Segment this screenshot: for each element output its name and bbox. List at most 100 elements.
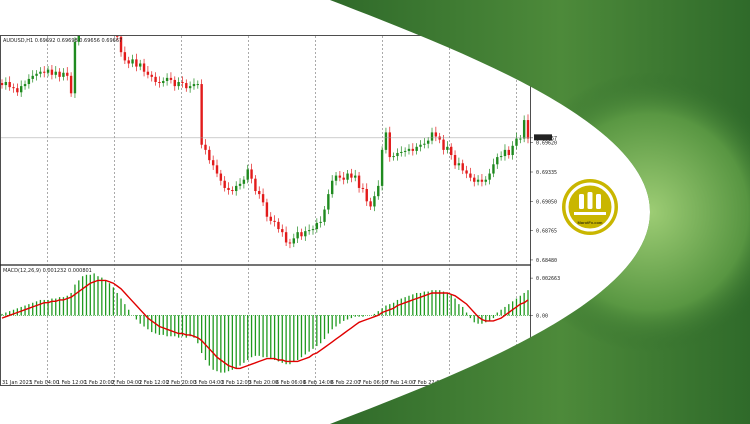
candle-body: [16, 88, 19, 93]
candle-body: [215, 165, 219, 174]
candle-body: [254, 178, 257, 192]
candle-body: [373, 196, 376, 207]
candle-body: [69, 75, 73, 94]
candle-body: [519, 138, 522, 140]
candle-body: [319, 221, 322, 223]
candle-body: [127, 60, 130, 64]
svg-text:MarotFx.com: MarotFx.com: [578, 220, 603, 225]
candle-body: [277, 221, 280, 230]
brand-logo: MarotFx.com: [562, 179, 618, 235]
candle-body: [169, 77, 173, 80]
candle-body: [284, 232, 288, 243]
price-tick-label: 0.68480: [536, 258, 557, 264]
candle-body: [476, 179, 480, 182]
candle-body: [200, 84, 203, 145]
candle-body: [173, 79, 176, 87]
time-tick-label: 2 Feb 12:00: [139, 380, 169, 386]
candle-body: [58, 71, 61, 77]
candle-body: [39, 71, 42, 74]
candle-body: [108, 19, 110, 30]
candle-body: [31, 75, 34, 79]
candle-body: [499, 156, 503, 158]
candle-body: [304, 231, 307, 237]
time-tick-label: 2 Feb 04:00: [112, 380, 142, 386]
candle-body: [246, 169, 249, 180]
candle-body: [430, 132, 434, 141]
candle-body: [261, 194, 265, 203]
candle-body: [365, 188, 368, 202]
candle-body: [411, 148, 415, 151]
candle-body: [434, 132, 438, 137]
candle-body: [384, 132, 388, 150]
candle-body: [492, 164, 495, 174]
candle-body: [231, 190, 234, 192]
candle-body: [484, 179, 487, 182]
candle-body: [311, 229, 315, 231]
candle-body: [139, 63, 142, 67]
candle-body: [281, 229, 284, 233]
candle-body: [342, 177, 345, 180]
candle-body: [461, 163, 464, 171]
candle-body: [123, 52, 127, 61]
candle-body: [35, 73, 38, 76]
price-tick-label: 0.69050: [536, 199, 557, 205]
candle-body: [131, 59, 134, 64]
time-tick-label: 7 Feb 14:00: [386, 380, 416, 386]
candle-body: [54, 71, 57, 75]
candle-body: [227, 187, 230, 190]
candle-body: [265, 202, 269, 217]
candle-body: [104, 13, 106, 19]
candle-body: [1, 83, 4, 86]
candle-body: [346, 173, 349, 180]
time-tick-label: 31 Jan 2023: [2, 380, 32, 386]
time-tick-label: 7 Feb 06:00: [358, 380, 388, 386]
candle-body: [204, 144, 207, 150]
candle-body: [158, 82, 161, 84]
candle-body: [465, 170, 468, 174]
time-tick-label: 3 Feb 12:00: [221, 380, 251, 386]
candle-body: [453, 155, 457, 166]
candle-body: [238, 183, 242, 186]
candle-body: [357, 175, 361, 188]
candle-body: [469, 173, 472, 178]
candle-body: [150, 74, 153, 77]
candle-body: [223, 180, 226, 188]
candle-body: [50, 69, 54, 75]
candle-body: [503, 149, 507, 157]
time-tick-label: 3 Feb 20:00: [249, 380, 279, 386]
time-tick-label: 6 Feb 22:00: [331, 380, 361, 386]
chart-window: [0, 35, 531, 386]
time-axis: 31 Jan 20231 Feb 04:001 Feb 12:001 Feb 2…: [2, 380, 443, 386]
macd-tick-label: 0.002663: [536, 276, 560, 282]
candle-body: [457, 163, 461, 166]
candle-body: [208, 149, 211, 161]
candle-body: [81, 20, 83, 29]
candle-body: [46, 69, 50, 73]
candle-body: [446, 146, 449, 150]
candle-body: [211, 160, 215, 166]
candle-body: [154, 76, 157, 82]
candle-body: [4, 82, 8, 86]
price-tick-label: 0.68765: [536, 229, 557, 235]
price-tick-label: 0.69620: [536, 141, 557, 147]
candle-body: [350, 173, 353, 178]
candle-body: [73, 41, 77, 94]
candle-body: [93, 19, 95, 22]
candle-body: [369, 201, 372, 207]
candle-body: [327, 194, 330, 210]
macd-axis: 0.002663 0.00: [530, 276, 560, 319]
candle-body: [162, 80, 165, 84]
candle-body: [135, 59, 138, 67]
candle-body: [235, 185, 238, 192]
candle-body: [488, 173, 491, 180]
time-tick-label: 3 Feb 04:00: [194, 380, 224, 386]
candle-body: [101, 13, 103, 18]
candle-body: [23, 84, 27, 87]
candle-body: [250, 169, 253, 179]
candle-body: [97, 18, 99, 22]
candle-body: [450, 146, 453, 156]
candle-body: [85, 17, 87, 20]
candle-body: [27, 78, 31, 85]
candle-body: [426, 140, 430, 144]
candle-body: [392, 156, 395, 158]
